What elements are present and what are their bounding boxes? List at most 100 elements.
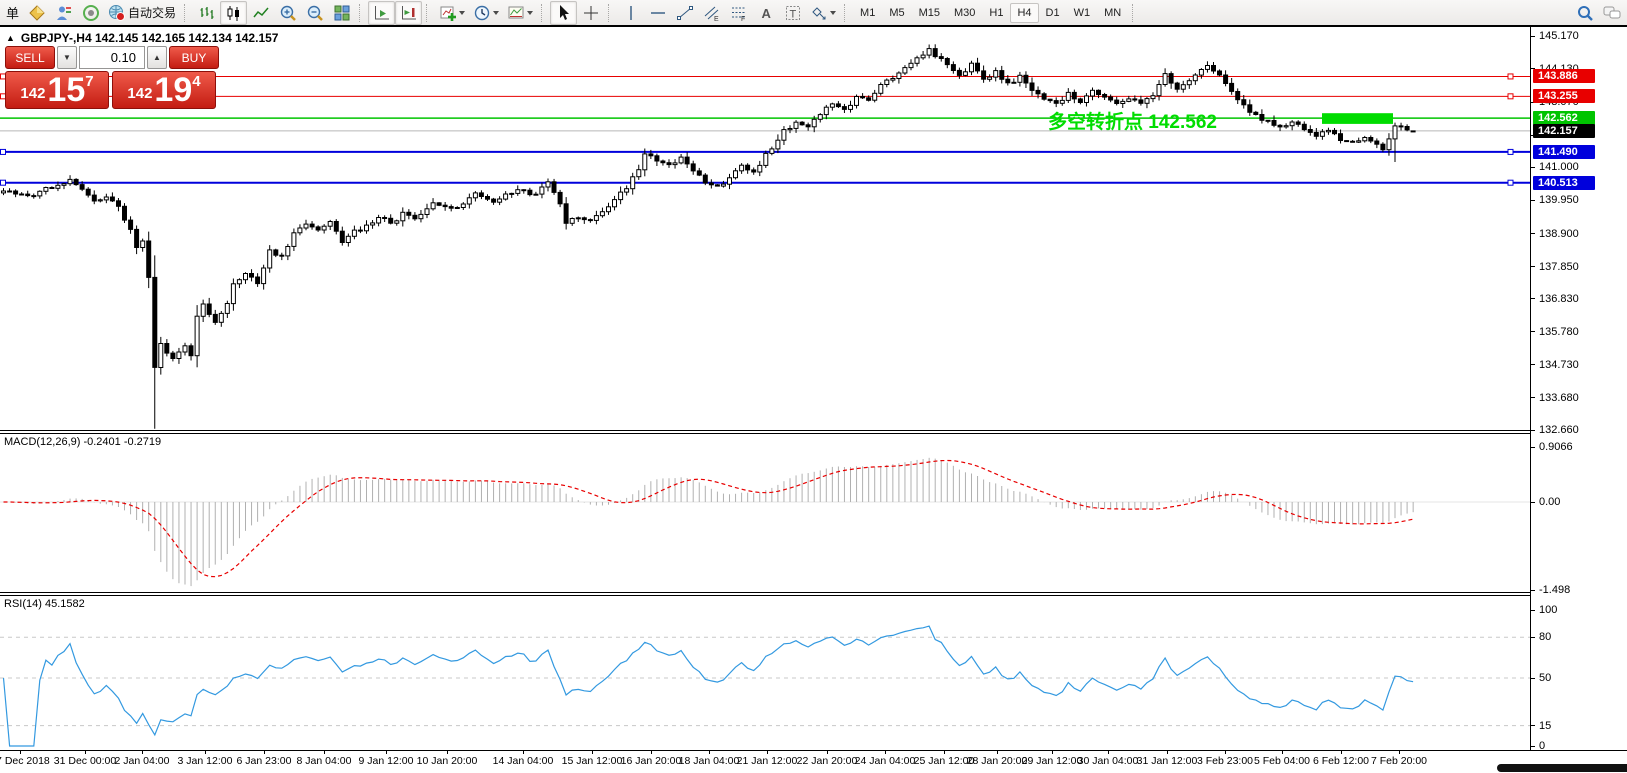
axis-tick-mark <box>1531 397 1535 398</box>
channel-tool-button[interactable]: E <box>698 1 725 25</box>
axis-tick-label: 133.680 <box>1539 392 1579 404</box>
price-badge: 143.886 <box>1533 69 1595 83</box>
chat-button[interactable] <box>1598 1 1625 25</box>
periods-button[interactable] <box>469 1 503 25</box>
sell-price-prefix: 142 <box>20 85 45 102</box>
axis-tick-label: 137.850 <box>1539 261 1579 273</box>
timeframe-w1[interactable]: W1 <box>1067 3 1098 23</box>
price-badge: 141.490 <box>1533 145 1595 159</box>
axis-tick-label: 139.950 <box>1539 194 1579 206</box>
vertical-line-tool-button[interactable] <box>617 1 644 25</box>
label-tool-button[interactable]: T <box>779 1 806 25</box>
price-axis[interactable]: 145.170144.130143.070142.020141.000139.9… <box>1530 27 1627 750</box>
auto-scroll-button[interactable] <box>368 1 395 25</box>
chart-shift-button[interactable] <box>395 1 422 25</box>
shapes-icon <box>810 4 828 22</box>
trendline-tool-button[interactable] <box>671 1 698 25</box>
timeframe-m30[interactable]: M30 <box>947 3 982 23</box>
sell-price-big: 15 <box>47 75 85 105</box>
zoom-in-button[interactable] <box>274 1 301 25</box>
timeframe-mn[interactable]: MN <box>1097 3 1128 23</box>
timeframe-d1[interactable]: D1 <box>1039 3 1067 23</box>
add-indicator-icon <box>439 4 457 22</box>
timeframe-m5[interactable]: M5 <box>882 3 911 23</box>
rsi-line <box>4 626 1414 746</box>
time-tick-mark <box>386 751 387 754</box>
annotation-box[interactable] <box>1322 113 1393 124</box>
chevron-down-icon <box>459 11 465 15</box>
axis-tick-label: 0.9066 <box>1539 441 1573 453</box>
zoom-out-button[interactable] <box>301 1 328 25</box>
line-endpoint-marker[interactable] <box>1508 74 1513 79</box>
time-tick-mark <box>1225 751 1226 754</box>
sell-button[interactable]: SELL <box>5 46 55 69</box>
volume-input[interactable]: 0.10 <box>79 46 145 69</box>
timeframe-h4[interactable]: H4 <box>1010 3 1038 23</box>
one-click-trading-panel: SELL ▼ 0.10 ▲ BUY 142 15 7 142 19 4 <box>5 46 219 109</box>
ohlc-bars-icon <box>198 4 216 22</box>
new-order-label: 单 <box>6 3 19 22</box>
axis-tick-mark <box>1531 200 1535 201</box>
horizontal-line-icon <box>649 4 667 22</box>
autotrading-label: 自动交易 <box>128 4 176 21</box>
axis-tick-mark <box>1531 298 1535 299</box>
new-order-button[interactable]: 单 <box>2 1 23 25</box>
gold-diamond-icon-button[interactable] <box>23 1 50 25</box>
chevron-down-icon <box>527 11 533 15</box>
axis-tick-mark <box>1531 167 1535 168</box>
line-endpoint-marker[interactable] <box>1508 94 1513 99</box>
bar-chart-button[interactable] <box>193 1 220 25</box>
templates-button[interactable] <box>503 1 537 25</box>
autotrading-button[interactable]: 自动交易 <box>104 1 180 25</box>
timeframe-m1[interactable]: M1 <box>853 3 882 23</box>
axis-tick-mark <box>1531 364 1535 365</box>
main-price-chart[interactable]: 多空转折点 142.562 <box>0 27 1530 430</box>
sell-price-pip: 7 <box>85 73 93 90</box>
rsi-panel[interactable] <box>0 596 1530 750</box>
toolbar-separator <box>1132 4 1137 22</box>
mt4-trading-app: 单 自动交易 <box>0 0 1627 771</box>
shapes-tool-button[interactable] <box>806 1 840 25</box>
cursor-button[interactable] <box>550 1 577 25</box>
collapse-arrow-icon[interactable]: ▲ <box>6 33 15 43</box>
sell-price-button[interactable]: 142 15 7 <box>5 71 109 109</box>
time-axis[interactable]: 27 Dec 201831 Dec 00:002 Jan 04:003 Jan … <box>0 751 1627 773</box>
diamond-icon <box>28 4 46 22</box>
buy-price-button[interactable]: 142 19 4 <box>112 71 216 109</box>
horizontal-line-tool-button[interactable] <box>644 1 671 25</box>
line-endpoint-marker[interactable] <box>1508 180 1513 185</box>
axis-tick-mark <box>1531 746 1535 747</box>
tile-windows-button[interactable] <box>328 1 355 25</box>
time-tick-mark <box>767 751 768 754</box>
equidistant-channel-icon: E <box>703 4 721 22</box>
line-endpoint-marker[interactable] <box>1 180 6 185</box>
timeframe-m15[interactable]: M15 <box>912 3 947 23</box>
signals-button[interactable] <box>77 1 104 25</box>
candlestick-chart-button[interactable] <box>220 1 247 25</box>
line-endpoint-marker[interactable] <box>1508 149 1513 154</box>
volume-increase-button[interactable]: ▲ <box>147 46 167 69</box>
fibonacci-tool-button[interactable]: F <box>725 1 752 25</box>
volume-decrease-button[interactable]: ▼ <box>57 46 77 69</box>
toolbar-separator <box>541 4 546 22</box>
text-tool-button[interactable]: A <box>752 1 779 25</box>
time-tick-label: 14 Jan 04:00 <box>485 755 561 767</box>
buy-button[interactable]: BUY <box>169 46 219 69</box>
timeframe-h1[interactable]: H1 <box>982 3 1010 23</box>
vertical-line-icon <box>622 4 640 22</box>
annotation-text[interactable]: 多空转折点 142.562 <box>1048 110 1217 133</box>
crosshair-button[interactable] <box>577 1 604 25</box>
template-icon <box>507 4 525 22</box>
time-tick-mark <box>997 751 998 754</box>
profile-button[interactable] <box>50 1 77 25</box>
line-chart-button[interactable] <box>247 1 274 25</box>
time-tick-mark <box>1167 751 1168 754</box>
macd-panel[interactable] <box>0 434 1530 592</box>
axis-tick-mark <box>1531 36 1535 37</box>
search-button[interactable] <box>1571 1 1598 25</box>
zoom-in-icon <box>279 4 297 22</box>
time-tick-mark <box>142 751 143 754</box>
line-endpoint-marker[interactable] <box>1 149 6 154</box>
indicators-button[interactable] <box>435 1 469 25</box>
text-label-icon: T <box>784 4 802 22</box>
